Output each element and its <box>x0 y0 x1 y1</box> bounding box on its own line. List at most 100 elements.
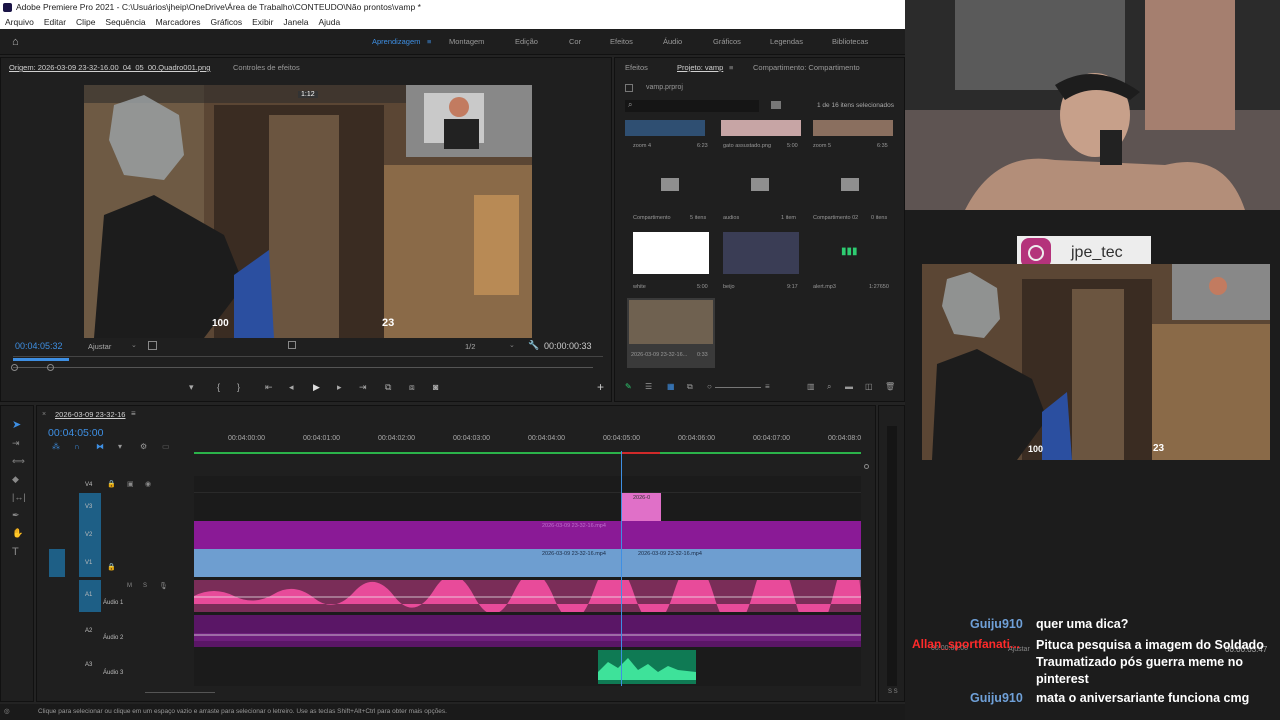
wrench-icon[interactable]: 🔧 <box>528 340 539 351</box>
mark-in-icon[interactable]: { <box>217 382 220 392</box>
solo-label[interactable]: S S <box>888 689 898 695</box>
tab-effects[interactable]: Efeitos <box>625 58 648 78</box>
camera-icon[interactable]: ◙ <box>433 382 438 392</box>
menu-arquivo[interactable]: Arquivo <box>0 15 39 29</box>
icon-view-icon[interactable]: ▦ <box>667 382 675 391</box>
track-v2-label[interactable]: V2 <box>85 532 92 538</box>
project-item-thumb[interactable] <box>813 120 893 136</box>
sequence-tab[interactable]: 2026-03-09 23-32-16 <box>55 410 125 419</box>
project-search-input[interactable]: ⌕ <box>625 100 759 112</box>
tab-bin[interactable]: Compartimento: Compartimento <box>753 58 860 78</box>
resolution-dropdown[interactable]: 1/2 <box>465 342 475 351</box>
go-to-out-icon[interactable]: ⇥ <box>359 382 367 393</box>
add-button-icon[interactable]: + <box>597 380 604 394</box>
hand-tool-icon[interactable]: ✋ <box>12 528 23 539</box>
trash-icon[interactable]: 🗑 <box>885 382 895 391</box>
project-item-thumb[interactable] <box>625 120 705 136</box>
track-v4-lane[interactable] <box>194 476 861 493</box>
clip-a1[interactable] <box>194 551 861 635</box>
menu-editar[interactable]: Editar <box>39 15 71 29</box>
fit-dropdown[interactable]: Ajustar <box>88 342 111 351</box>
ripple-edit-tool-icon[interactable]: ⟺ <box>12 456 25 467</box>
workspace-bibliotecas[interactable]: Bibliotecas <box>832 29 868 55</box>
new-item-icon[interactable]: ◫ <box>865 382 873 391</box>
mute-button[interactable]: M <box>127 583 132 589</box>
clip-a2[interactable] <box>194 615 861 647</box>
zoom-slider[interactable] <box>715 387 761 388</box>
tab-menu-icon[interactable]: ≡ <box>729 58 733 78</box>
zoom-handle-left[interactable] <box>11 364 18 371</box>
play-icon[interactable]: ▶ <box>313 382 320 393</box>
pen-tool-icon[interactable]: ✒ <box>12 510 20 521</box>
selection-tool-icon[interactable]: ➤ <box>12 418 21 431</box>
linked-selection-icon[interactable]: ⧓ <box>96 442 104 451</box>
track-v4-label[interactable]: V4 <box>85 482 92 488</box>
snap-icon[interactable]: ∩ <box>74 442 80 451</box>
chevron-down-icon[interactable]: ⌄ <box>131 341 137 349</box>
step-back-icon[interactable]: ◂ <box>289 382 294 393</box>
workspace-cor[interactable]: Cor <box>569 29 581 55</box>
folder-icon[interactable] <box>841 178 859 191</box>
project-item-selected[interactable]: 2026-03-09 23-32-16... 0:33 <box>627 298 715 368</box>
go-to-in-icon[interactable]: ⇤ <box>265 382 273 393</box>
close-icon[interactable]: × <box>42 411 46 418</box>
playhead[interactable] <box>621 451 622 686</box>
nest-icon[interactable]: ⁂ <box>52 442 60 451</box>
automate-icon[interactable]: ▥ <box>807 382 815 391</box>
timeline-timecode[interactable]: 00:04:05:00 <box>48 427 103 439</box>
home-icon[interactable]: ⌂ <box>12 29 19 55</box>
track-v3-label[interactable]: V3 <box>85 504 92 510</box>
lock-icon[interactable]: 🔒 <box>107 563 116 571</box>
film-icon[interactable]: ▣ <box>127 480 134 488</box>
menu-ajuda[interactable]: Ajuda <box>313 15 345 29</box>
clip-a3[interactable] <box>598 650 696 684</box>
wrench-icon[interactable]: ⚙ <box>140 442 147 451</box>
tab-menu-icon[interactable]: ≡ <box>131 409 136 418</box>
mark-out-icon[interactable]: } <box>237 382 240 392</box>
menu-sequencia[interactable]: Sequência <box>100 15 150 29</box>
menu-exibir[interactable]: Exibir <box>247 15 278 29</box>
project-item-thumb[interactable] <box>721 120 801 136</box>
folder-icon[interactable] <box>751 178 769 191</box>
workspace-montagem[interactable]: Montagem <box>449 29 484 55</box>
source-video-frame[interactable]: 1:12 100 23 <box>84 85 532 338</box>
mic-icon[interactable]: 🎙 <box>159 582 168 590</box>
tab-origin[interactable]: Origem: 2026-03-09 23-32-16.00_04_05_00.… <box>9 58 210 78</box>
lock-icon[interactable]: 🔒 <box>107 480 116 488</box>
workspace-aprendizagem[interactable]: Aprendizagem <box>372 29 420 55</box>
source-timecode[interactable]: 00:04:05:32 <box>15 341 63 351</box>
workspace-edicao[interactable]: Edição <box>515 29 538 55</box>
scroll-handle[interactable] <box>864 464 869 469</box>
insert-icon[interactable]: ⧉ <box>385 382 391 393</box>
folder-icon[interactable] <box>661 178 679 191</box>
track-a1-label[interactable]: A1 <box>85 592 92 598</box>
settings-square-icon[interactable] <box>148 341 157 350</box>
timeline-zoom-bar[interactable] <box>145 692 215 693</box>
zoom-handle-right[interactable] <box>47 364 54 371</box>
captions-icon[interactable]: ▭ <box>162 442 170 451</box>
project-item-thumb[interactable] <box>633 232 709 274</box>
menu-janela[interactable]: Janela <box>278 15 313 29</box>
project-item-thumb[interactable] <box>723 232 799 274</box>
overwrite-icon[interactable]: ⧈ <box>409 382 415 393</box>
track-v1-label[interactable]: V1 <box>85 560 92 566</box>
eye-icon[interactable]: ◉ <box>145 480 151 488</box>
workspace-menu-icon[interactable]: ≡ <box>427 29 431 55</box>
solo-button[interactable]: S <box>143 583 147 589</box>
workspace-graficos[interactable]: Gráficos <box>713 29 741 55</box>
export-frame-icon[interactable] <box>288 341 296 349</box>
add-marker-icon[interactable]: ▾ <box>118 442 122 451</box>
clip-v3[interactable]: 2026-0 <box>621 493 661 521</box>
track-select-tool-icon[interactable]: ⇥ <box>12 438 20 449</box>
chevron-down-icon[interactable]: ⌄ <box>509 341 515 349</box>
workspace-audio[interactable]: Áudio <box>663 29 682 55</box>
track-a3-label[interactable]: A3 <box>85 662 92 668</box>
source-zoom-bar[interactable] <box>13 367 593 368</box>
menu-graficos[interactable]: Gráficos <box>205 15 247 29</box>
add-marker-icon[interactable]: ▾ <box>189 382 194 393</box>
tab-project[interactable]: Projeto: vamp <box>677 58 723 78</box>
source-scrubber[interactable] <box>13 356 603 357</box>
list-view-icon[interactable]: ☰ <box>645 382 652 391</box>
new-bin-icon[interactable]: ▬ <box>845 382 853 391</box>
tab-effect-controls[interactable]: Controles de efeitos <box>233 58 300 78</box>
